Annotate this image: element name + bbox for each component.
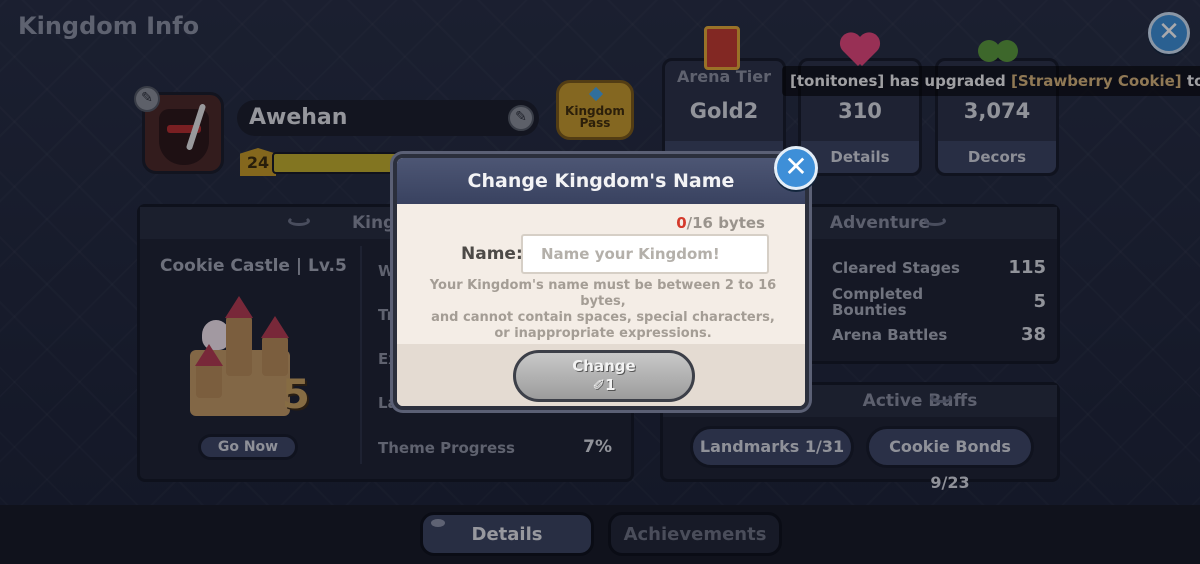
dialog-body: 0/16 bytes Name: Your Kingdom's name mus… xyxy=(397,204,805,344)
bytes-used: 0 xyxy=(676,214,687,232)
kingdom-name-input[interactable] xyxy=(521,234,769,274)
change-cost-value: 1 xyxy=(605,376,616,394)
change-button[interactable]: Change ✐1 xyxy=(513,350,695,402)
change-button-label: Change xyxy=(572,357,636,375)
change-cost: ✐1 xyxy=(516,375,692,395)
dialog-footer: Change ✐1 xyxy=(397,344,805,406)
ticket-icon: ✐ xyxy=(592,376,606,394)
rule-line: Your Kingdom's name must be between 2 to… xyxy=(429,278,777,309)
change-name-dialog: Change Kingdom's Name 0/16 bytes Name: Y… xyxy=(393,154,809,410)
bytes-max: /16 bytes xyxy=(686,214,765,232)
rule-line: and cannot contain spaces, special chara… xyxy=(431,310,775,325)
close-dialog-icon[interactable]: ✕ xyxy=(774,146,818,190)
dialog-title: Change Kingdom's Name xyxy=(397,158,805,204)
byte-counter: 0/16 bytes xyxy=(676,214,765,232)
name-rules-text: Your Kingdom's name must be between 2 to… xyxy=(407,278,799,342)
rule-line: or inappropriate expressions. xyxy=(494,326,712,341)
name-label: Name: xyxy=(461,244,523,264)
